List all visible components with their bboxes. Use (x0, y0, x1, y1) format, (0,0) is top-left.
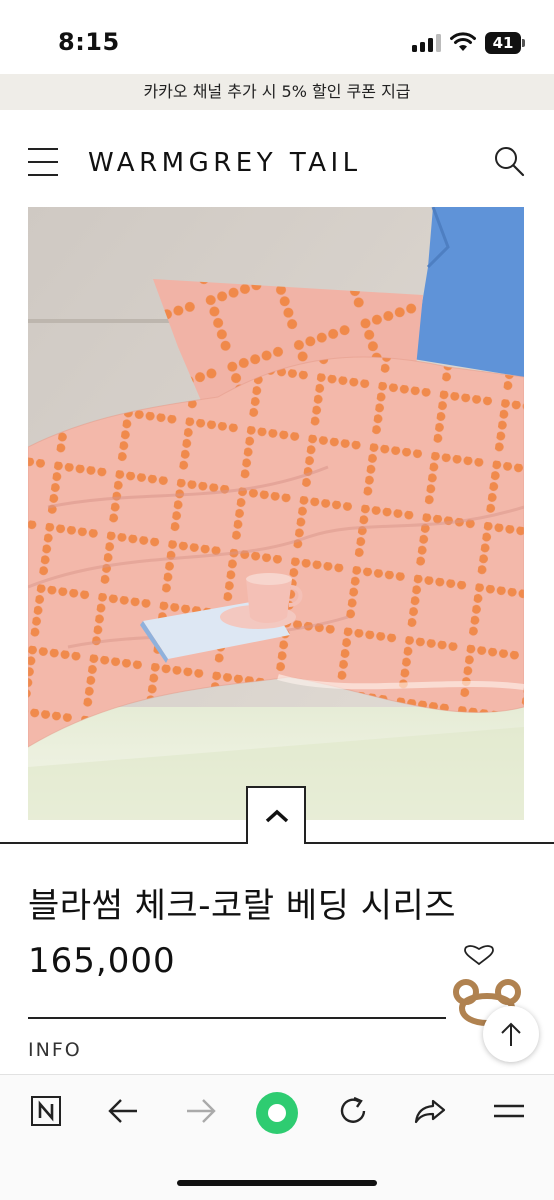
info-divider (28, 1017, 446, 1019)
chevron-up-icon (265, 809, 289, 823)
product-image[interactable] (28, 207, 524, 820)
site-logo[interactable]: WARMGREY TAIL (88, 148, 362, 178)
naver-n-icon[interactable] (30, 1095, 74, 1139)
search-icon[interactable] (492, 144, 526, 178)
info-label[interactable]: INFO (28, 1039, 82, 1061)
scroll-to-top-button[interactable] (483, 1006, 539, 1062)
battery-level: 41 (485, 32, 521, 54)
reload-icon[interactable] (337, 1095, 381, 1139)
collapse-button[interactable] (246, 786, 306, 844)
arrow-up-icon (501, 1022, 521, 1046)
product-price: 165,000 (28, 941, 176, 981)
promo-banner[interactable]: 카카오 채널 추가 시 5% 할인 쿠폰 지급 (0, 74, 554, 110)
forward-arrow-icon[interactable] (184, 1095, 228, 1139)
wifi-icon (450, 32, 476, 52)
share-icon[interactable] (413, 1095, 457, 1139)
cellular-signal-icon (412, 34, 442, 52)
menu-icon[interactable] (28, 148, 60, 178)
site-header: WARMGREY TAIL (0, 110, 554, 206)
heart-icon[interactable] (462, 944, 496, 968)
product-title: 블라썸 체크-코랄 베딩 시리즈 (28, 886, 457, 926)
battery-icon: 41 (485, 32, 525, 54)
back-arrow-icon[interactable] (106, 1095, 150, 1139)
menu-lines-icon[interactable] (492, 1095, 536, 1139)
status-time: 8:15 (58, 28, 120, 56)
status-bar: 8:15 41 (0, 0, 554, 74)
home-indicator[interactable] (177, 1180, 377, 1186)
green-circle-icon[interactable] (255, 1091, 299, 1135)
